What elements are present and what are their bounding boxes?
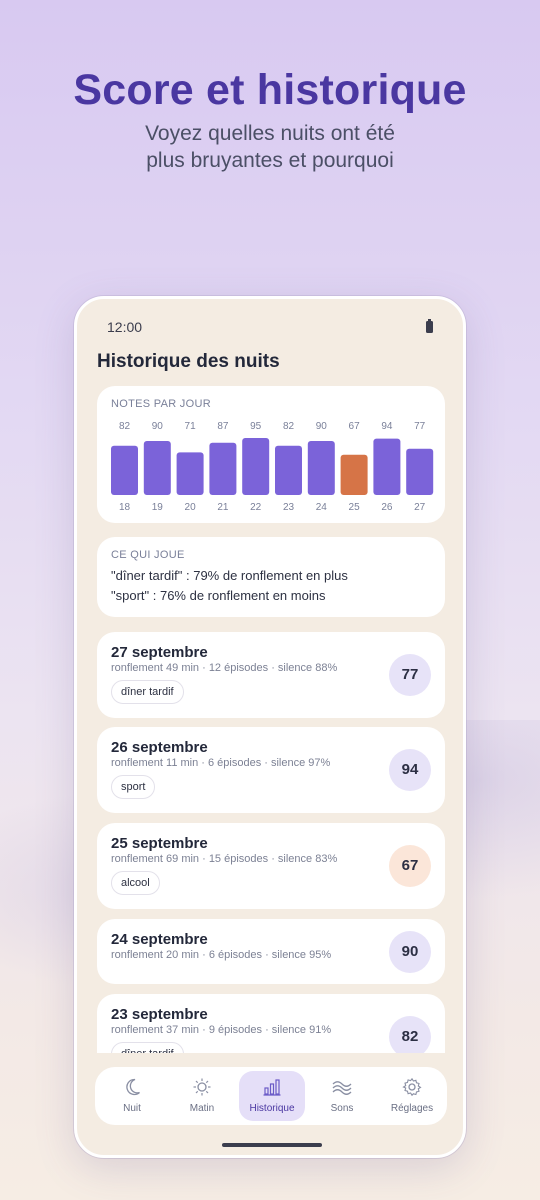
insight-line: "sport" : 76% de ronflement en moins [111, 588, 326, 603]
score-badge: 77 [389, 654, 431, 696]
chart-bar [406, 448, 434, 495]
page-title: Historique des nuits [97, 351, 280, 372]
waves-icon [332, 1081, 352, 1095]
nav-label: Nuit [123, 1103, 141, 1114]
nav-item-nuit[interactable]: Nuit [99, 1071, 165, 1121]
chart-bar [373, 438, 401, 495]
insight-line: "dîner tardif" : 79% de ronflement en pl… [111, 568, 348, 583]
bar-chart-icon [263, 1079, 281, 1096]
night-date: 25 septembre [111, 835, 208, 852]
phone-frame: 12:00 Historique des nuits NOTES PAR JOU… [74, 296, 466, 1158]
x-tick-label: 18 [119, 502, 131, 513]
nav-label: Historique [249, 1103, 295, 1114]
promo-subtitle: Voyez quelles nuits ont été plus bruyant… [0, 120, 540, 174]
night-tag[interactable]: dîner tardif [111, 1042, 184, 1053]
night-tag[interactable]: sport [111, 775, 156, 799]
promo-subtitle-line2: plus bruyantes et pourquoi [146, 149, 394, 172]
x-tick-label: 21 [217, 502, 229, 513]
x-tick-label: 27 [414, 502, 426, 513]
bar-value-label: 90 [316, 421, 328, 432]
night-card[interactable]: 26 septembre ronflement 11 min · 6 épiso… [97, 727, 445, 813]
bar-value-label: 94 [381, 421, 393, 432]
chart-bar [340, 454, 368, 495]
bar-value-label: 77 [414, 421, 426, 432]
chart-bar [242, 438, 270, 495]
daily-scores-chart: 82 18 90 19 71 20 87 21 95 22 82 23 90 24 67 25 94 26 77 27 [111, 421, 434, 513]
nav-label: Sons [330, 1103, 354, 1114]
night-stats: ronflement 37 min · 9 épisodes · silence… [111, 1024, 332, 1036]
bar-value-label: 67 [349, 421, 361, 432]
gear-icon [402, 1077, 422, 1097]
x-tick-label: 23 [283, 502, 295, 513]
status-time: 12:00 [107, 319, 143, 335]
night-tag[interactable]: alcool [111, 871, 160, 895]
night-date: 26 septembre [111, 739, 208, 756]
x-tick-label: 26 [381, 502, 393, 513]
score-badge: 90 [389, 931, 431, 973]
night-stats: ronflement 49 min · 12 épisodes · silenc… [111, 662, 338, 674]
nav-item-reglages[interactable]: Réglages [379, 1071, 445, 1121]
score-badge: 94 [389, 749, 431, 791]
night-card[interactable]: 24 septembre ronflement 20 min · 6 épiso… [97, 919, 445, 984]
night-date: 23 septembre [111, 1006, 208, 1023]
bar-value-label: 82 [119, 421, 131, 432]
night-date: 27 septembre [111, 644, 208, 661]
score-badge: 67 [389, 845, 431, 887]
nav-item-sons[interactable]: Sons [309, 1071, 375, 1121]
sun-icon [193, 1078, 211, 1096]
nav-item-historique[interactable]: Historique [239, 1071, 305, 1121]
x-tick-label: 22 [250, 502, 262, 513]
night-tag[interactable]: dîner tardif [111, 680, 184, 704]
nav-item-matin[interactable]: Matin [169, 1071, 235, 1121]
chart-bar [275, 445, 302, 495]
x-tick-label: 24 [316, 502, 328, 513]
score-badge: 82 [389, 1016, 431, 1053]
night-stats: ronflement 11 min · 6 épisodes · silence… [111, 757, 331, 769]
nav-label: Réglages [390, 1103, 434, 1114]
promo-subtitle-line1: Voyez quelles nuits ont été [145, 122, 395, 145]
bar-value-label: 71 [185, 421, 197, 432]
night-stats: ronflement 69 min · 15 épisodes · silenc… [111, 853, 338, 865]
chart-bar [143, 441, 171, 495]
bar-value-label: 95 [250, 421, 262, 432]
history-scroll-area[interactable]: NOTES PAR JOUR 82 18 90 19 71 20 87 21 95 22 82 23 9… [77, 383, 463, 1053]
bottom-nav: Nuit Matin Historique Sons Réglages [95, 1067, 447, 1125]
promo-title: Score et historique [73, 66, 467, 114]
home-indicator[interactable] [222, 1143, 322, 1147]
chart-bar [209, 442, 237, 495]
night-card[interactable]: 25 septembre ronflement 69 min · 15 épis… [97, 823, 445, 909]
bar-value-label: 90 [152, 421, 164, 432]
night-card[interactable]: 27 septembre ronflement 49 min · 12 épis… [97, 632, 445, 718]
x-tick-label: 20 [185, 502, 197, 513]
x-tick-label: 19 [152, 502, 164, 513]
night-stats: ronflement 20 min · 6 épisodes · silence… [111, 949, 332, 961]
moon-icon [126, 1078, 140, 1096]
insight-card: CE QUI JOUE "dîner tardif" : 79% de ronf… [97, 537, 445, 617]
nav-label: Matin [189, 1103, 215, 1114]
night-date: 24 septembre [111, 931, 208, 948]
chart-bar [307, 441, 335, 495]
chart-bar [176, 452, 204, 495]
insight-caption: CE QUI JOUE [111, 549, 185, 561]
bar-value-label: 87 [217, 421, 229, 432]
daily-scores-chart-card: NOTES PAR JOUR 82 18 90 19 71 20 87 21 95 22 82 23 9… [97, 386, 445, 523]
night-card[interactable]: 23 septembre ronflement 37 min · 9 épiso… [97, 994, 445, 1053]
battery-icon [426, 319, 433, 333]
chart-bar [111, 445, 138, 495]
bar-value-label: 82 [283, 421, 295, 432]
x-tick-label: 25 [349, 502, 361, 513]
